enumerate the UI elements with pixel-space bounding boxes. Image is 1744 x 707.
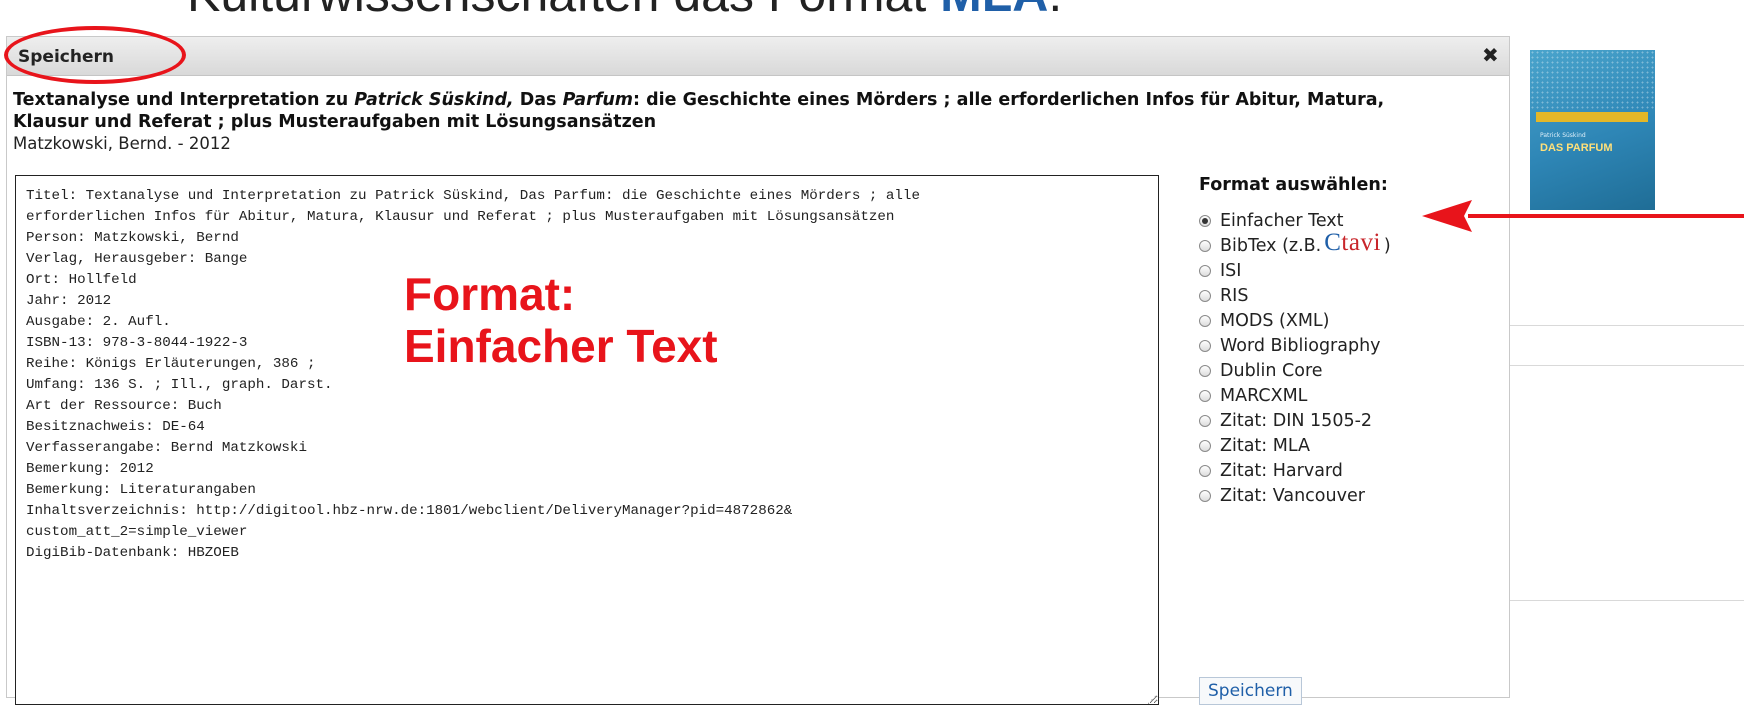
radio-button[interactable] <box>1199 440 1211 452</box>
format-option[interactable]: Zitat: Harvard <box>1199 459 1343 483</box>
format-option[interactable]: Dublin Core <box>1199 359 1323 383</box>
slide-heading-suffix: . <box>1048 0 1062 22</box>
highlight-ellipse <box>4 26 186 84</box>
format-option-label: RIS <box>1220 286 1249 306</box>
format-option[interactable]: ISI <box>1199 259 1241 283</box>
format-option-label: MODS (XML) <box>1220 311 1330 331</box>
book-title-part: Das <box>513 90 563 110</box>
annotation-line-2: Einfacher Text <box>404 320 718 372</box>
radio-button[interactable] <box>1199 290 1211 302</box>
radio-button[interactable] <box>1199 490 1211 502</box>
format-heading: Format auswählen: <box>1199 175 1388 195</box>
format-option-label: Dublin Core <box>1220 361 1323 381</box>
radio-button[interactable] <box>1199 365 1211 377</box>
cover-pattern <box>1530 50 1655 110</box>
format-option-label: Zitat: Vancouver <box>1220 486 1365 506</box>
book-title-work: Parfum <box>562 90 634 110</box>
slide-heading-accent: MLA <box>940 0 1048 22</box>
annotation-line-1: Format: <box>404 268 576 320</box>
arrow-left-icon <box>1422 200 1744 232</box>
format-option[interactable]: Zitat: Vancouver <box>1199 484 1365 508</box>
radio-button[interactable] <box>1199 465 1211 477</box>
background-list-divider <box>1508 365 1744 366</box>
slide-heading-text: Kulturwissenschaften das Format <box>187 0 940 22</box>
cover-title: DAS PARFUM <box>1540 142 1613 154</box>
background-list-divider <box>1508 325 1744 326</box>
save-dialog: Speichern ✖ Textanalyse und Interpretati… <box>6 36 1510 706</box>
format-option-suffix: ) <box>1383 236 1391 256</box>
record-text-area[interactable] <box>15 175 1159 705</box>
format-option[interactable]: Zitat: MLA <box>1199 434 1310 458</box>
cover-author: Patrick Süskind <box>1540 132 1586 139</box>
book-title-author: Patrick Süskind, <box>354 90 514 110</box>
format-option-label: MARCXML <box>1220 386 1308 406</box>
slide-heading: Kulturwissenschaften das Format MLA. <box>187 0 1062 24</box>
cover-band <box>1536 112 1648 122</box>
close-icon[interactable]: ✖ <box>1482 45 1502 65</box>
format-option[interactable]: Zitat: DIN 1505-2 <box>1199 409 1372 433</box>
citavi-logo-text: C <box>1324 229 1342 256</box>
format-option[interactable]: Word Bibliography <box>1199 334 1381 358</box>
background-list-divider <box>1508 600 1744 601</box>
book-author-line: Matzkowski, Bernd. - 2012 <box>13 134 231 153</box>
radio-button[interactable] <box>1199 240 1211 252</box>
book-title: Textanalyse und Interpretation zu Patric… <box>13 89 1453 133</box>
radio-button[interactable] <box>1199 315 1211 327</box>
format-option[interactable]: Einfacher Text <box>1199 209 1344 233</box>
format-option-label: Zitat: Harvard <box>1220 461 1343 481</box>
format-option-label: Zitat: MLA <box>1220 436 1310 456</box>
save-button[interactable]: Speichern <box>1199 677 1302 705</box>
format-option[interactable]: BibTex (z.B. Ctavi) <box>1199 229 1391 258</box>
resize-grip-icon[interactable]: ⋰ <box>1147 696 1159 707</box>
format-option-label: BibTex (z.B. <box>1220 236 1322 256</box>
citavi-logo-text: tavi <box>1341 229 1381 256</box>
annotation-label: Format: Einfacher Text <box>404 268 718 372</box>
radio-button[interactable] <box>1199 265 1211 277</box>
radio-button[interactable] <box>1199 215 1211 227</box>
format-option-label: Zitat: DIN 1505-2 <box>1220 411 1373 431</box>
book-cover-image[interactable]: Patrick Süskind DAS PARFUM <box>1530 50 1655 210</box>
format-option-label: Word Bibliography <box>1220 336 1381 356</box>
format-option-label: ISI <box>1220 261 1242 281</box>
format-option[interactable]: MARCXML <box>1199 384 1307 408</box>
radio-button[interactable] <box>1199 415 1211 427</box>
dialog-titlebar[interactable]: Speichern ✖ <box>7 37 1509 76</box>
radio-button[interactable] <box>1199 390 1211 402</box>
format-option-label: Einfacher Text <box>1220 211 1344 231</box>
book-title-part: Textanalyse und Interpretation zu <box>13 90 355 110</box>
format-option[interactable]: RIS <box>1199 284 1248 308</box>
citavi-logo: Ctavi <box>1324 229 1381 257</box>
radio-button[interactable] <box>1199 340 1211 352</box>
format-option[interactable]: MODS (XML) <box>1199 309 1330 333</box>
